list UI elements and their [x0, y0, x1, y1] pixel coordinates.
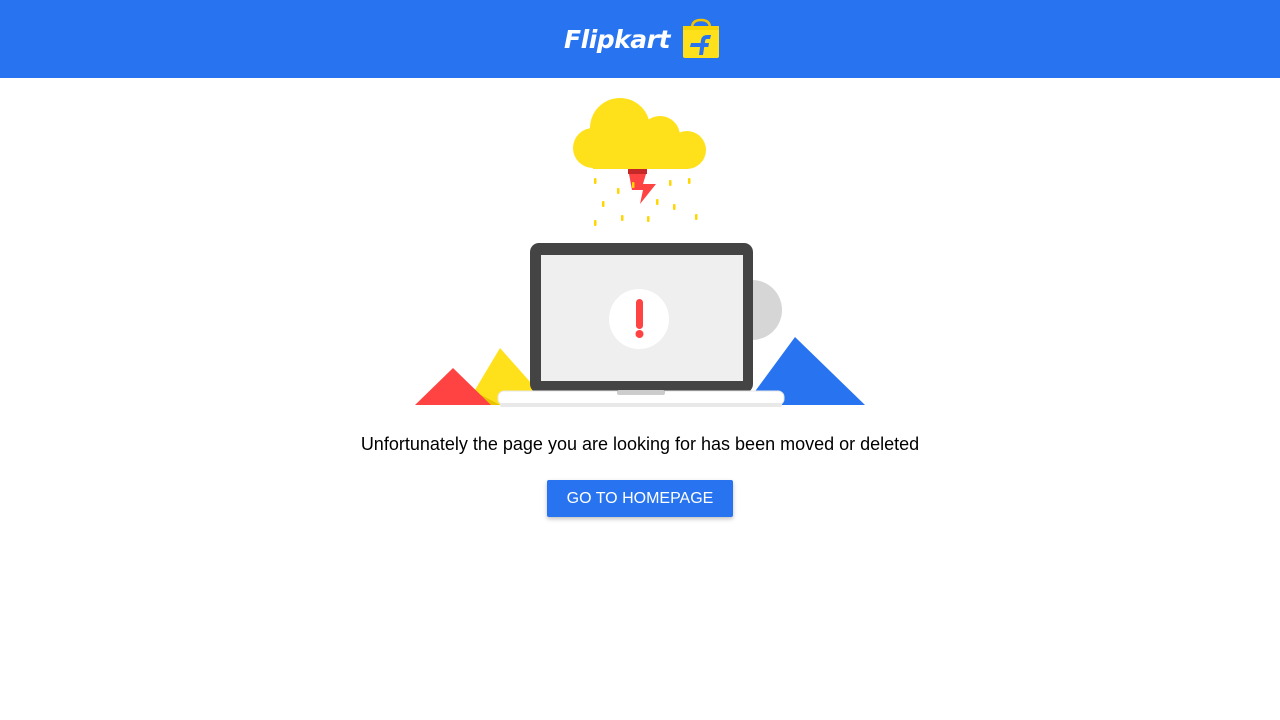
shopping-bag-icon	[682, 18, 719, 58]
brand-name: Flipkart	[564, 24, 670, 54]
header-bar: Flipkart	[0, 0, 1280, 78]
cloud-icon	[573, 98, 706, 169]
error-message: Unfortunately the page you are looking f…	[360, 434, 920, 454]
alert-icon	[609, 289, 669, 349]
go-to-homepage-button[interactable]: GO TO HOMEPAGE	[547, 480, 733, 517]
flipkart-logo-link[interactable]: Flipkart	[564, 18, 722, 60]
error-illustration	[0, 78, 1280, 418]
